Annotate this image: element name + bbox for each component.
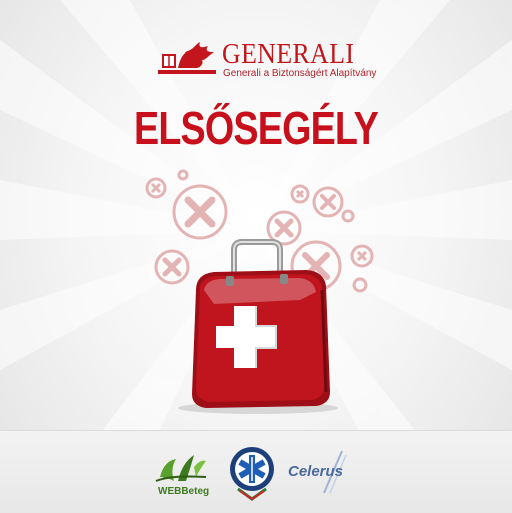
page-title: ELSŐSEGÉLY (133, 102, 379, 154)
first-aid-kit-icon (192, 270, 330, 408)
webbeteg-label: WEBBeteg (158, 486, 210, 497)
webbeteg-leaf-icon (155, 455, 207, 482)
first-aid-illustration (145, 169, 374, 414)
generali-logo: GENERALI Generali a Biztonságért Alapítv… (156, 39, 376, 82)
sponsor-footer: WEBBeteg Celerus (0, 430, 512, 513)
brand-subtitle: Generali a Biztonságért Alapítvány (223, 68, 377, 79)
star-of-life-icon (230, 447, 274, 501)
ambulance-service-emblem (228, 445, 276, 501)
celerus-label: Celerus (288, 463, 344, 480)
winged-lion-icon (158, 42, 216, 74)
webbeteg-logo: WEBBeteg (150, 447, 212, 499)
celerus-logo: Celerus (284, 449, 358, 495)
brand-name: GENERALI (222, 39, 355, 70)
